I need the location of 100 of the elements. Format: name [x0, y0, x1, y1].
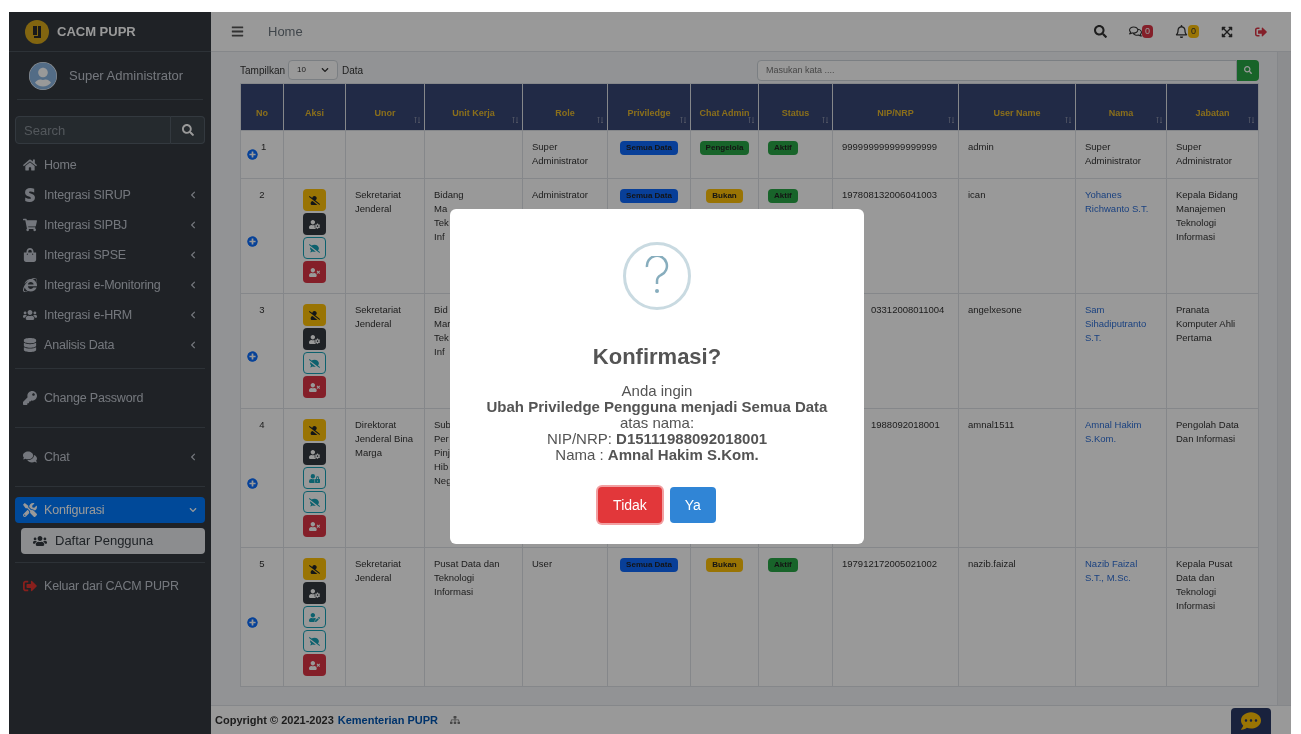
nav-item[interactable]: Integrasi e-Monitoring	[15, 272, 205, 298]
dialog-text: Ubah Priviledge Pengguna menjadi Semua Data	[486, 399, 828, 415]
nav-item[interactable]: Analisis Data	[15, 332, 205, 358]
user-slash-icon	[309, 563, 320, 575]
user-settings-button[interactable]	[303, 328, 326, 350]
breadcrumb-link[interactable]: Home	[268, 21, 303, 42]
menu-icon[interactable]	[231, 25, 244, 38]
table-cell-text: 197808132006041003	[842, 189, 938, 200]
nav-item[interactable]: Home	[15, 152, 205, 178]
table-cell-text: Pranata Komputer Ahli Pertama	[1176, 304, 1236, 343]
nav-item[interactable]: Integrasi SPSE	[15, 242, 205, 268]
deactivate-user-button[interactable]	[303, 558, 326, 580]
avatar-icon	[29, 61, 57, 90]
database-icon	[23, 338, 37, 352]
user-x-icon	[309, 520, 320, 532]
expand-row-icon[interactable]	[247, 236, 258, 247]
expand-row-icon[interactable]	[247, 478, 258, 489]
expand-row-icon[interactable]	[247, 617, 258, 628]
dialog-text: Nama : Amnal Hakim S.Kom.	[555, 447, 759, 463]
disable-chat-button[interactable]	[303, 491, 326, 513]
user-name[interactable]: Super Administrator	[69, 65, 184, 86]
table-cell-text: 03312008011004	[871, 304, 945, 315]
cancel-button[interactable]: Tidak	[598, 487, 662, 523]
sort-icon	[597, 116, 604, 124]
message-count-badge: 0	[1141, 24, 1153, 39]
comment-slash-icon	[309, 242, 320, 254]
user-settings-button[interactable]	[303, 213, 326, 235]
scrollbar[interactable]	[1277, 52, 1291, 705]
column-header[interactable]: Priviledge	[607, 83, 691, 131]
logout-icon[interactable]	[1255, 25, 1267, 38]
lock-user-button[interactable]	[303, 467, 326, 489]
deactivate-user-button[interactable]	[303, 419, 326, 441]
nav-subitem[interactable]: Daftar Pengguna	[21, 528, 205, 554]
question-icon	[623, 242, 691, 310]
table-search-field[interactable]: Masukan kata ....	[757, 59, 1237, 81]
footer-link[interactable]: Kementerian PUPR	[337, 711, 439, 729]
table-cell-text: Bid Mar Tek Inf	[434, 304, 451, 357]
nav-item[interactable]: Integrasi e-HRM	[15, 302, 205, 328]
column-header[interactable]: Aksi	[283, 83, 346, 131]
nav-item[interactable]: Integrasi SIRUP	[15, 182, 205, 208]
column-header[interactable]: Nama	[1075, 83, 1167, 131]
alert-count-badge: 0	[1188, 24, 1199, 39]
nav-item[interactable]: Keluar dari CACM PUPR	[15, 573, 205, 599]
expand-row-icon[interactable]	[247, 351, 258, 362]
user-name-link[interactable]: Nazib Faizal S.T., M.Sc.	[1085, 557, 1157, 585]
brand-name[interactable]: CACM PUPR	[57, 21, 136, 42]
disable-chat-button[interactable]	[303, 352, 326, 374]
nav-item[interactable]: Chat	[15, 444, 205, 470]
delete-user-button[interactable]	[303, 515, 326, 537]
table-cell-text: 999999999999999999	[842, 141, 938, 152]
delete-user-button[interactable]	[303, 261, 326, 283]
deactivate-user-button[interactable]	[303, 304, 326, 326]
nav-item[interactable]: Integrasi SIPBJ	[15, 212, 205, 238]
nav-item[interactable]: Konfigurasi	[15, 497, 205, 523]
column-header[interactable]: Role	[522, 83, 608, 131]
column-header[interactable]: User Name	[958, 83, 1076, 131]
chevron-left-icon	[189, 341, 197, 349]
messages-icon[interactable]	[1128, 25, 1142, 38]
expand-row-icon[interactable]	[247, 149, 258, 160]
user-settings-button[interactable]	[303, 582, 326, 604]
page-size-select[interactable]: 10	[288, 60, 339, 80]
column-header[interactable]: Chat Admin	[690, 83, 759, 131]
copyright-text: Copyright © 2021-2023	[215, 712, 334, 728]
search-icon[interactable]	[1093, 25, 1107, 38]
users-icon	[23, 308, 37, 322]
disable-chat-button[interactable]	[303, 630, 326, 652]
delete-user-button[interactable]	[303, 654, 326, 676]
column-header[interactable]: Jabatan	[1166, 83, 1259, 131]
user-name-link[interactable]: Yohanes Richwanto S.T.	[1085, 188, 1157, 216]
confirm-button[interactable]: Ya	[669, 487, 716, 523]
table-cell-text: 197912172005021002	[842, 558, 938, 569]
user-settings-button[interactable]	[303, 443, 326, 465]
user-name-link[interactable]: Amnal Hakim S.Kom.	[1085, 418, 1157, 446]
table-cell-text: Sekretariat Jenderal	[355, 558, 401, 583]
search-icon	[1244, 66, 1252, 74]
chat-float-button[interactable]	[1231, 707, 1271, 734]
column-header[interactable]: No	[240, 83, 284, 131]
disable-chat-button[interactable]	[303, 237, 326, 259]
nav-item[interactable]: Change Password	[15, 385, 205, 411]
column-header[interactable]: Unit Kerja	[424, 83, 523, 131]
row-number: 5	[259, 557, 265, 571]
edit-user-button[interactable]	[303, 606, 326, 628]
deactivate-user-button[interactable]	[303, 189, 326, 211]
search-button[interactable]	[1237, 59, 1259, 81]
table-cell-text: Direktorat Jenderal Bina Marga	[355, 419, 414, 458]
column-header[interactable]: Status	[758, 83, 833, 131]
status-badge: Semua Data	[620, 558, 678, 572]
chevron-left-icon	[189, 311, 197, 319]
letter-e-icon	[23, 278, 37, 292]
comment-slash-icon	[309, 496, 320, 508]
column-header[interactable]: NIP/NRP	[832, 83, 959, 131]
column-header[interactable]: Unor	[345, 83, 425, 131]
chat-bubbles-icon	[23, 450, 37, 464]
table-cell-text: Pusat Data dan Teknologi Informasi	[434, 558, 500, 597]
fullscreen-icon[interactable]	[1221, 25, 1233, 38]
delete-user-button[interactable]	[303, 376, 326, 398]
notification-bell-icon[interactable]	[1175, 25, 1188, 38]
chevron-left-icon	[189, 191, 197, 199]
status-badge: Bukan	[706, 189, 743, 203]
sidebar-search-button[interactable]	[171, 116, 205, 144]
